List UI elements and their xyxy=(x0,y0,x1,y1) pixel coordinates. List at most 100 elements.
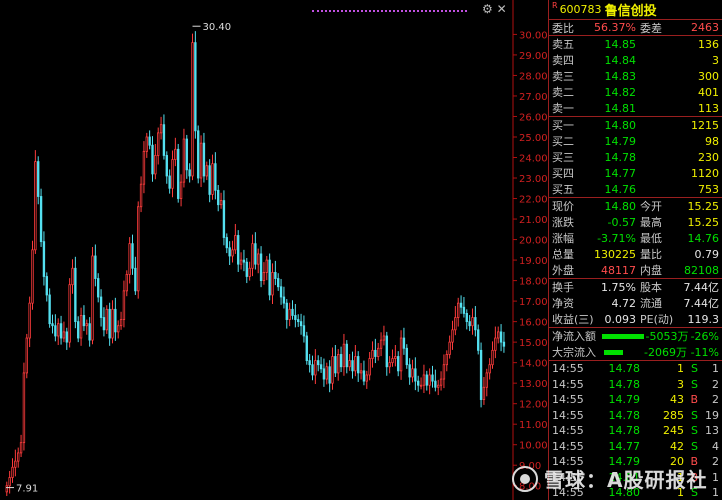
ask-row[interactable]: 卖一 14.81 113 xyxy=(549,100,722,116)
candle-body xyxy=(188,169,191,177)
watermark-text: 雪球：A股研报社 xyxy=(544,468,708,492)
tick-count: 13 xyxy=(705,424,719,438)
candle-body xyxy=(48,294,51,325)
ask-price: 14.85 xyxy=(604,37,637,51)
quote-value: -3.71% xyxy=(597,231,636,245)
candle-body xyxy=(265,259,268,273)
quote-label-2: 最高 xyxy=(640,216,662,229)
candle-body xyxy=(271,271,274,296)
candle-body xyxy=(151,144,154,175)
candle-body xyxy=(322,368,326,380)
candle-body xyxy=(14,460,17,468)
stat-label-2: PE(动) xyxy=(640,313,674,326)
tick-direction: S xyxy=(691,362,698,376)
y-tick-label: 15.00 xyxy=(519,338,548,349)
settings-icon[interactable]: ⚙ xyxy=(482,2,493,16)
flow-bar xyxy=(604,349,623,355)
stat-value: 0.093 xyxy=(604,312,637,326)
weibi-label: 委比 xyxy=(552,21,574,35)
candle-body xyxy=(494,337,497,351)
stock-name[interactable]: 鲁信创投 xyxy=(605,0,657,19)
bid-levels: 买一 14.80 1215 买二 14.79 98 买三 14.78 230 买四 14.77 112… xyxy=(549,117,722,198)
ask-row[interactable]: 卖三 14.83 300 xyxy=(549,68,722,84)
flow-amount: -5053万 xyxy=(645,330,689,343)
candle-body xyxy=(99,296,103,318)
candle-body xyxy=(317,360,320,366)
flow-pct: -26% xyxy=(690,329,719,343)
indicator-marks xyxy=(312,10,467,14)
bid-row[interactable]: 买一 14.80 1215 xyxy=(549,117,722,133)
bid-row[interactable]: 买二 14.79 98 xyxy=(549,133,722,149)
bid-row[interactable]: 买三 14.78 230 xyxy=(549,149,722,165)
tick-volume: 245 xyxy=(663,424,684,438)
tick-row[interactable]: 14:55 14.78 245 S 13 xyxy=(549,423,722,439)
candle-body xyxy=(339,354,343,368)
ask-label: 卖五 xyxy=(552,38,574,51)
candle-body xyxy=(74,267,77,323)
candle-body xyxy=(351,360,354,372)
candle-body xyxy=(77,321,80,339)
flow-bar xyxy=(601,333,644,339)
ask-row[interactable]: 卖四 14.84 3 xyxy=(549,52,722,68)
bid-row[interactable]: 买四 14.77 1120 xyxy=(549,165,722,181)
candle-body xyxy=(251,243,254,269)
tick-price: 14.78 xyxy=(608,362,641,376)
ask-row[interactable]: 卖五 14.85 136 xyxy=(549,36,722,52)
stat-value: 1.75% xyxy=(601,280,636,294)
candle-body xyxy=(214,163,217,191)
candle-body xyxy=(82,315,86,327)
ask-label: 卖三 xyxy=(552,70,574,83)
tick-row[interactable]: 14:55 14.79 43 B 2 xyxy=(549,392,722,408)
candle-body xyxy=(125,274,128,292)
candle-body xyxy=(54,325,57,337)
candle-body xyxy=(217,189,220,206)
weibi-value: 56.37% xyxy=(594,21,636,34)
candle-body xyxy=(471,317,474,327)
candle-body xyxy=(362,370,366,382)
chart-window-icons[interactable]: ⚙ ✕ xyxy=(482,2,507,16)
candle-body xyxy=(297,319,300,323)
kline-svg[interactable]: 30.00 29.00 28.00 27.00 26.00 25.00 24.00 23.00… xyxy=(0,0,548,500)
weicha-value: 2463 xyxy=(691,21,719,34)
ask-row[interactable]: 卖二 14.82 401 xyxy=(549,84,722,100)
ask-price: 14.81 xyxy=(604,101,637,115)
candle-body xyxy=(417,380,420,386)
candle-body xyxy=(454,317,457,331)
candle-body xyxy=(245,261,248,277)
candle-body xyxy=(319,364,323,370)
candle-body xyxy=(197,130,200,179)
bid-row[interactable]: 买五 14.76 753 xyxy=(549,181,722,197)
close-icon[interactable]: ✕ xyxy=(497,2,507,16)
candle-body xyxy=(279,286,283,298)
quote-panel: R 600783 鲁信创投 委比 56.37% 委差 2463 卖五 14.85 1… xyxy=(548,0,722,500)
tick-price: 14.78 xyxy=(608,377,641,391)
quote-value-2: 14.76 xyxy=(687,231,720,245)
candle-body xyxy=(382,335,386,341)
candle-body xyxy=(365,374,368,382)
flow-amount: -2069万 xyxy=(644,346,687,359)
candle-body xyxy=(291,308,294,316)
candle-body xyxy=(71,267,74,286)
y-tick-label: 19.00 xyxy=(519,256,548,267)
tick-time: 14:55 xyxy=(552,439,584,453)
y-tick-label: 28.00 xyxy=(519,71,548,82)
candle-body xyxy=(137,206,140,292)
quote-value: 48117 xyxy=(601,263,636,277)
tick-row[interactable]: 14:55 14.78 3 S 2 xyxy=(549,377,722,393)
stat-row: 净资 4.72 流通 7.44亿 xyxy=(549,295,722,311)
candle-body xyxy=(488,364,491,374)
candle-body xyxy=(328,366,331,384)
tick-row[interactable]: 14:55 14.78 285 S 19 xyxy=(549,408,722,424)
kline-chart[interactable]: 30.00 29.00 28.00 27.00 26.00 25.00 24.00 23.00… xyxy=(0,0,548,500)
tick-row[interactable]: 14:55 14.77 42 S 4 xyxy=(549,439,722,455)
candle-body xyxy=(39,196,43,243)
ask-volume: 300 xyxy=(698,69,719,83)
y-tick-label: 23.00 xyxy=(519,174,548,185)
candle-body xyxy=(305,335,308,362)
candle-body xyxy=(79,315,83,339)
weicha-label: 委差 xyxy=(640,21,662,35)
quote-row: 总量 130225 量比 0.79 xyxy=(549,246,722,262)
tick-row[interactable]: 14:55 14.78 1 S 1 xyxy=(549,361,722,377)
stock-code[interactable]: 600783 xyxy=(560,3,602,16)
candle-body xyxy=(445,354,448,366)
